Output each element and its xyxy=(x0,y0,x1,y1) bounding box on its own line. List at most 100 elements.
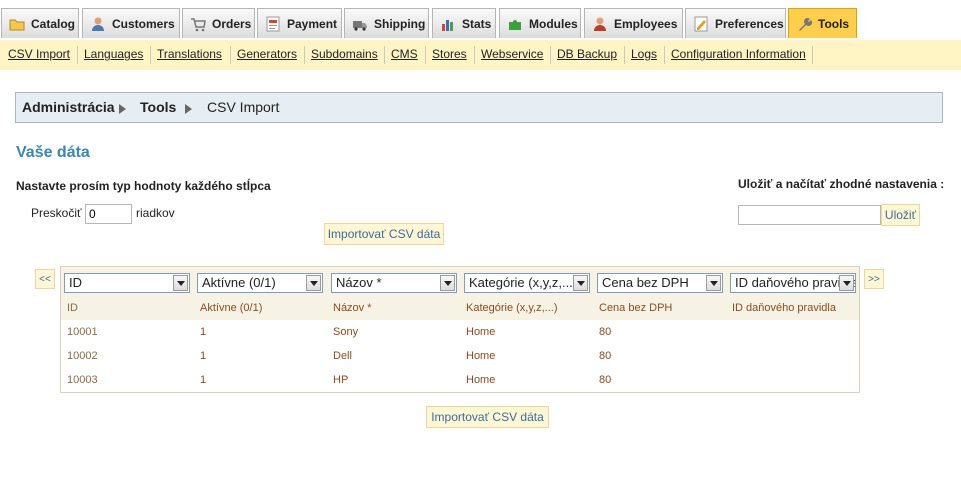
skip-label: Preskočiť xyxy=(31,206,82,220)
chevron-down-icon xyxy=(573,275,588,291)
chevron-down-icon xyxy=(173,275,188,291)
tab-label: Orders xyxy=(212,16,252,31)
import-csv-button-bottom[interactable]: Importovať CSV dáta xyxy=(426,406,549,428)
breadcrumb-current: CSV Import xyxy=(207,99,280,115)
table-cell: Sony xyxy=(333,326,359,338)
subnav-db-backup[interactable]: DB Backup xyxy=(557,47,617,61)
separator xyxy=(664,46,665,64)
separator xyxy=(384,46,385,64)
breadcrumb-root[interactable]: Administrácia xyxy=(22,99,115,115)
separator xyxy=(474,46,475,64)
column-type-select[interactable]: ID daňového pravidla xyxy=(730,273,856,293)
table-cell: 80 xyxy=(599,350,612,362)
import-csv-button-top[interactable]: Importovať CSV dáta xyxy=(324,223,444,245)
column-type-select[interactable]: Cena bez DPH xyxy=(597,273,723,293)
separator xyxy=(304,46,305,64)
subnav-webservice[interactable]: Webservice xyxy=(481,47,543,61)
save-settings-button[interactable]: Uložiť xyxy=(881,204,920,226)
column-type-select[interactable]: Názov * xyxy=(331,273,457,293)
subnav-translations[interactable]: Translations xyxy=(157,47,222,61)
chevron-down-icon xyxy=(306,275,321,291)
column-type-select[interactable]: ID xyxy=(64,273,190,293)
table-cell: 80 xyxy=(599,374,612,386)
tab-shipping[interactable]: Shipping xyxy=(344,8,429,38)
tab-payment[interactable]: Payment xyxy=(257,8,342,38)
column-header: Aktívne (0/1) xyxy=(200,302,263,314)
chevron-down-icon xyxy=(440,275,455,291)
column-header: ID xyxy=(67,302,78,314)
employee-icon xyxy=(592,16,608,32)
subnav-configuration-information[interactable]: Configuration Information xyxy=(671,47,806,61)
tab-label: Customers xyxy=(112,16,175,31)
table-cell: Home xyxy=(466,374,496,386)
tab-label: Catalog xyxy=(31,16,76,31)
save-settings-label: Uložiť a načítať zhodné nastavenia : xyxy=(738,177,945,191)
column-header: Kategórie (x,y,z,...) xyxy=(466,302,558,314)
tab-label: Modules xyxy=(529,16,578,31)
truck-icon xyxy=(352,16,368,32)
puzzle-icon xyxy=(507,16,523,32)
table-cell: Home xyxy=(466,326,496,338)
tab-label: Tools xyxy=(818,16,850,31)
save-settings-input[interactable] xyxy=(738,205,881,225)
bar-chart-icon xyxy=(440,16,456,32)
separator xyxy=(230,46,231,64)
table-row: 10001 1 Sony Home 80 xyxy=(61,320,859,345)
previous-columns-button[interactable]: << xyxy=(35,269,55,289)
breadcrumb-section[interactable]: Tools xyxy=(140,99,176,115)
column-type-select[interactable]: Kategórie (x,y,z,...) xyxy=(464,273,590,293)
select-value: ID xyxy=(69,275,82,290)
subnav-generators[interactable]: Generators xyxy=(237,47,297,61)
tab-preferences[interactable]: Preferences xyxy=(685,8,786,38)
skip-rows-input[interactable] xyxy=(85,204,132,224)
table-cell: HP xyxy=(333,374,349,386)
column-type-label: Nastavte prosím typ hodnoty každého stĺp… xyxy=(16,179,271,193)
table-cell: Dell xyxy=(333,350,352,362)
separator xyxy=(550,46,551,64)
separator xyxy=(150,46,151,64)
skip-suffix-label: riadkov xyxy=(136,206,175,220)
separator xyxy=(425,46,426,64)
subnav-languages[interactable]: Languages xyxy=(84,47,143,61)
wrench-icon xyxy=(796,16,813,32)
column-header: Cena bez DPH xyxy=(599,302,673,314)
table-cell: Home xyxy=(466,350,496,362)
tab-label: Employees xyxy=(614,16,678,31)
subnav-cms[interactable]: CMS xyxy=(391,47,418,61)
tab-employees[interactable]: Employees xyxy=(584,8,683,38)
table-cell: 1 xyxy=(200,326,207,338)
table-row: 10003 1 HP Home 80 xyxy=(61,368,859,392)
subnav-csv-import[interactable]: CSV Import xyxy=(8,47,70,61)
select-value: ID daňového pravidla xyxy=(735,275,856,290)
user-icon xyxy=(90,16,106,32)
tab-customers[interactable]: Customers xyxy=(82,8,180,38)
column-header: Názov * xyxy=(333,302,372,314)
page-title: Vaše dáta xyxy=(16,144,90,161)
subnav-subdomains[interactable]: Subdomains xyxy=(311,47,378,61)
tab-label: Stats xyxy=(462,16,492,31)
table-row: 10002 1 Dell Home 80 xyxy=(61,344,859,369)
tab-stats[interactable]: Stats xyxy=(432,8,496,38)
cart-icon xyxy=(190,16,206,32)
table-header-row: ID Aktívne (0/1) Názov * Kategórie (x,y,… xyxy=(61,296,859,321)
subnav-logs[interactable]: Logs xyxy=(631,47,657,61)
table-cell: 10001 xyxy=(67,326,98,338)
tab-catalog[interactable]: Catalog xyxy=(1,8,79,38)
subnav-stores[interactable]: Stores xyxy=(432,47,467,61)
tab-modules[interactable]: Modules xyxy=(499,8,581,38)
tab-label: Preferences xyxy=(715,16,784,31)
column-type-select[interactable]: Aktívne (0/1) xyxy=(197,273,323,293)
tab-orders[interactable]: Orders xyxy=(182,8,255,38)
separator xyxy=(812,46,813,64)
chevron-right-icon xyxy=(119,104,126,114)
preferences-icon xyxy=(693,16,709,32)
tools-subnav: CSV Import Languages Translations Genera… xyxy=(0,40,961,70)
select-value: Kategórie (x,y,z,...) xyxy=(469,275,578,290)
chevron-right-icon xyxy=(185,104,192,114)
tab-tools[interactable]: Tools xyxy=(788,8,857,38)
next-columns-button[interactable]: >> xyxy=(864,269,884,289)
table-cell: 10003 xyxy=(67,374,98,386)
select-value: Názov * xyxy=(336,275,382,290)
separator xyxy=(77,46,78,64)
table-cell: 10002 xyxy=(67,350,98,362)
